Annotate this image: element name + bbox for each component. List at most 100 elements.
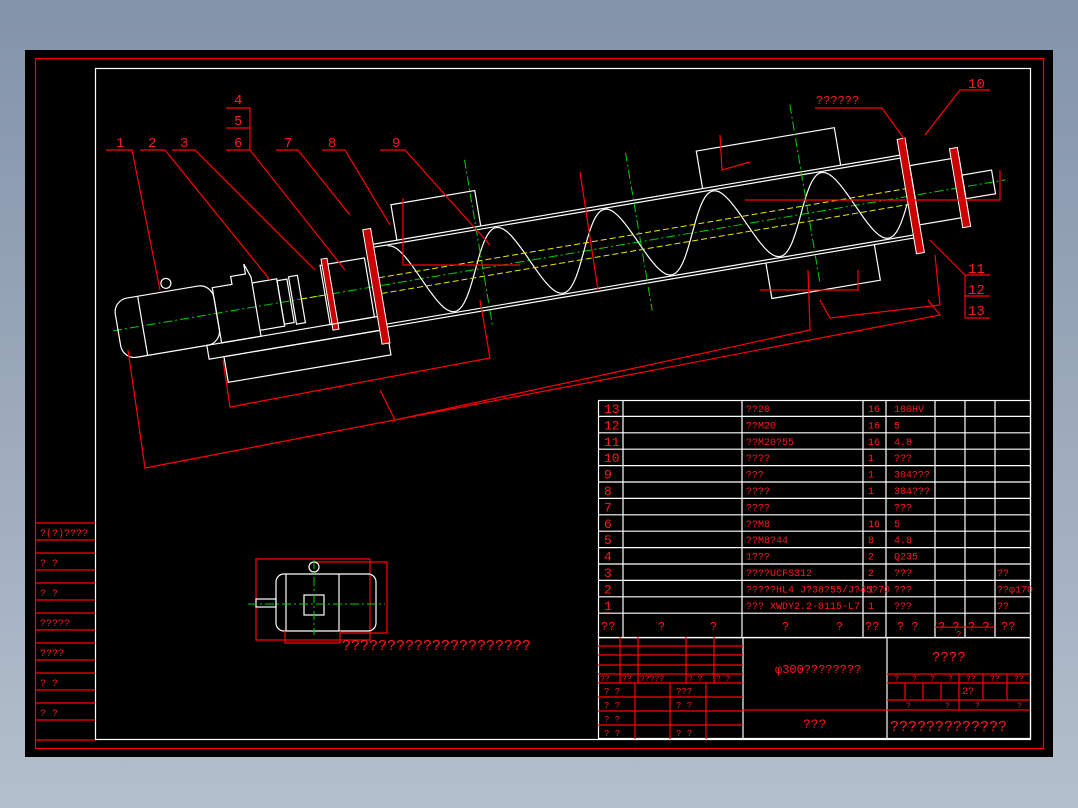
part-name: ??M20?55 [746, 438, 794, 449]
part-remark: ??φ170 [997, 585, 1033, 596]
callout-1: 1 [116, 136, 124, 152]
sign-header: ?? [600, 675, 610, 684]
part-number: 8 [604, 484, 612, 499]
part-number: 11 [604, 435, 620, 450]
header-remark: ?? [1001, 620, 1015, 634]
part-material: 5 [894, 520, 900, 531]
shaft [378, 188, 909, 295]
sign-role: ? ? [604, 687, 620, 697]
callout-11: 11 [968, 262, 985, 278]
sign-header: ?? [622, 675, 632, 684]
sheet-info: ? [945, 702, 950, 711]
flange-left [362, 227, 391, 345]
part-number: 7 [604, 500, 612, 515]
scale-value: 2? [962, 687, 974, 698]
header-material: ? ? [897, 620, 919, 634]
callout-4: 4 [234, 93, 242, 109]
header-code-b: ? [710, 620, 717, 634]
part-name: ??? XWDY2.2-8115-L7 [746, 602, 860, 613]
sign-header: ? ? [716, 675, 731, 684]
dimensions [127, 134, 1001, 469]
drawing-title: φ300???????? [775, 663, 861, 677]
part-name: 1??? [746, 553, 770, 564]
lifting-eye-icon [160, 277, 172, 289]
part-number: 12 [604, 418, 620, 433]
stage-header: ? [912, 675, 917, 684]
part-name: ??20 [746, 405, 770, 416]
table-row: 3 ????UCFS312 2????? [604, 566, 1009, 581]
sign-value: ? ? [676, 701, 692, 711]
cad-drawing: ?(?)????? ?? ??????????? ?? ? 1 2 3 4 5 … [34, 57, 1045, 750]
callout-top-note: ?????? [816, 94, 859, 108]
part-qty: 2 [868, 553, 874, 564]
sheet-info: ? [975, 702, 980, 711]
part-material: 4.8 [894, 536, 912, 547]
part-name: ??? [746, 471, 764, 482]
callout-9: 9 [392, 136, 400, 152]
coupling [287, 274, 307, 325]
table-row: 6 ??M8 16 5 [604, 517, 900, 532]
strip-label: ???? [40, 649, 64, 660]
part-name: ???? [746, 454, 770, 465]
part-number: 2 [604, 582, 612, 597]
header-code-a: ? [658, 620, 665, 634]
table-row: 11 ??M20?55 16 4.8 [604, 435, 912, 450]
header-qty: ?? [865, 620, 879, 634]
drawing-number: ????????????? [890, 719, 1007, 736]
header-name-a: ? [782, 620, 789, 634]
part-qty: 1 [868, 454, 874, 465]
callout-10: 10 [968, 77, 985, 93]
part-name: ????UCFS312 [746, 569, 812, 580]
part-number: 3 [604, 566, 612, 581]
part-remark: ?? [997, 569, 1009, 580]
title-block: φ300???????? ??? ???? 2? ????????????? ?… [597, 636, 1032, 740]
callout-2: 2 [148, 136, 156, 152]
part-material: ??? [894, 602, 912, 613]
sign-value: ??? [676, 687, 692, 697]
part-material: 304??? [894, 471, 930, 482]
strip-label: ? ? [40, 559, 58, 570]
part-qty: 1 [868, 602, 874, 613]
outer-border [34, 57, 1045, 750]
part-material: ??? [894, 503, 912, 514]
part-qty: 8 [868, 536, 874, 547]
callout-8: 8 [328, 136, 336, 152]
callout-5: 5 [234, 114, 242, 130]
sign-role: ? ? [604, 715, 620, 725]
part-number: 5 [604, 533, 612, 548]
stage-header: ?? [990, 675, 1000, 684]
part-material: 100HV [894, 405, 924, 416]
part-qty: 16 [868, 438, 880, 449]
header-name-b: ? [836, 620, 843, 634]
part-remark: ?? [997, 602, 1009, 613]
part-qty: 16 [868, 520, 880, 531]
flange-right [896, 137, 925, 255]
part-material: 4.8 [894, 438, 912, 449]
strip-label: ? ? [40, 679, 58, 690]
part-material: 304??? [894, 487, 930, 498]
callout-3: 3 [180, 136, 188, 152]
stage-header: ?? [1014, 675, 1024, 684]
part-name: ??M8?44 [746, 536, 788, 547]
table-row: 9??? 1 304??? [604, 468, 930, 483]
part-number: 10 [604, 451, 620, 466]
gearbox [211, 263, 286, 344]
callout-6: 6 [234, 136, 242, 152]
part-name: ??M8 [746, 520, 770, 531]
part-name: ??M20 [746, 421, 776, 432]
callout-7: 7 [284, 136, 292, 152]
part-material: ??? [894, 454, 912, 465]
part-name: ???? [746, 487, 770, 498]
part-material: ??? [894, 585, 912, 596]
sign-header: ? ? [688, 675, 703, 684]
stage-header: ?? [966, 675, 976, 684]
part-material: 5 [894, 421, 900, 432]
header-no: ?? [601, 620, 615, 634]
table-row: 10???? 1??? [604, 451, 912, 466]
part-qty: 16 [868, 421, 880, 432]
part-material: ??? [894, 569, 912, 580]
part-number: 6 [604, 517, 612, 532]
stage-header: ? [948, 675, 953, 684]
part-number: 1 [604, 599, 612, 614]
header-weight-sub: ? [956, 630, 961, 640]
